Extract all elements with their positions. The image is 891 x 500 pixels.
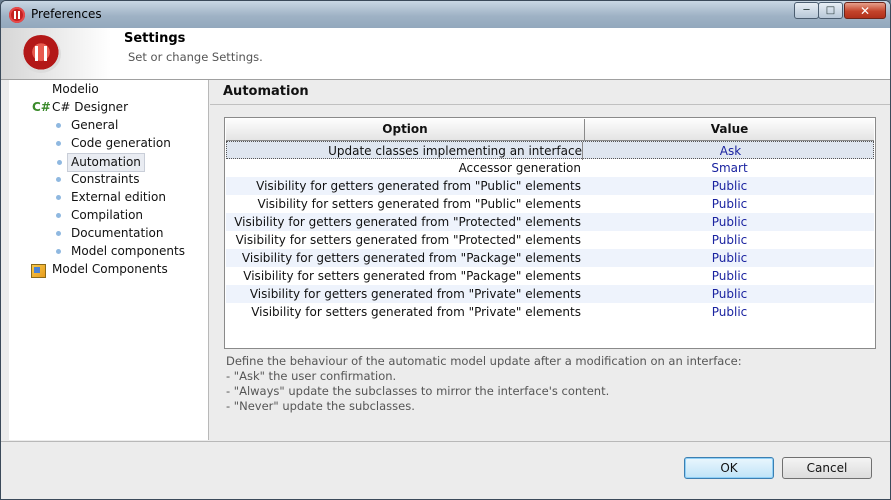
- table-row[interactable]: Visibility for getters generated from "P…: [226, 285, 874, 303]
- main-panel: Automation Option Value Update classes i…: [210, 80, 890, 440]
- table-row[interactable]: Update classes implementing an interface…: [226, 141, 875, 160]
- bullet-icon: [56, 177, 61, 182]
- tree-item-label: Constraints: [71, 172, 140, 186]
- close-icon: ✕: [859, 3, 871, 18]
- column-header-value[interactable]: Value: [585, 119, 874, 140]
- option-cell: Visibility for setters generated from "P…: [257, 197, 581, 211]
- bullet-icon: [56, 249, 61, 254]
- maximize-button[interactable]: □: [818, 2, 843, 19]
- table-row[interactable]: Visibility for getters generated from "P…: [226, 249, 874, 267]
- description-line: - "Always" update the subclasses to mirr…: [226, 384, 610, 398]
- option-cell: Visibility for setters generated from "P…: [235, 233, 581, 247]
- value-cell[interactable]: Public: [585, 303, 874, 321]
- description-line: - "Never" update the subclasses.: [226, 399, 415, 413]
- bullet-icon: [56, 213, 61, 218]
- bullet-icon: [56, 141, 61, 146]
- tree-item-label: Automation: [71, 155, 141, 169]
- table-row[interactable]: Accessor generation Smart: [226, 159, 874, 177]
- table-header: Option Value: [226, 119, 874, 141]
- bullet-icon: [56, 195, 61, 200]
- banner-title: Settings: [124, 31, 186, 46]
- banner-subtitle: Set or change Settings.: [128, 50, 263, 64]
- tree-item-label: External edition: [71, 190, 166, 204]
- modelio-app-icon: [9, 7, 25, 23]
- bullet-icon: [57, 160, 62, 165]
- csharp-icon: C#: [32, 100, 51, 114]
- table-row[interactable]: Visibility for getters generated from "P…: [226, 177, 874, 195]
- table-row[interactable]: Visibility for setters generated from "P…: [226, 195, 874, 213]
- ok-button[interactable]: OK: [684, 457, 774, 479]
- option-cell: Visibility for getters generated from "P…: [241, 251, 581, 265]
- tree-item-label: Documentation: [71, 226, 164, 240]
- value-cell[interactable]: Public: [585, 177, 874, 195]
- tree-item-label: General: [71, 118, 119, 132]
- tree-item-modelio[interactable]: Modelio: [52, 81, 99, 98]
- cancel-button[interactable]: Cancel: [782, 457, 872, 479]
- option-cell: Visibility for getters generated from "P…: [234, 215, 581, 229]
- options-table: Option Value Update classes implementing…: [224, 117, 876, 349]
- minimize-icon: ─: [803, 5, 810, 16]
- preferences-window: Preferences ─ □ ✕ Settings Set or change…: [0, 0, 891, 500]
- tree-item-model-components-root[interactable]: Model Components: [52, 261, 168, 278]
- option-cell: Visibility for getters generated from "P…: [256, 179, 581, 193]
- description-line: - "Ask" the user confirmation.: [226, 369, 397, 383]
- window-title: Preferences: [31, 7, 102, 21]
- section-header: Automation: [210, 80, 890, 105]
- tree-item-external-edition[interactable]: External edition: [56, 189, 166, 206]
- option-cell: Accessor generation: [458, 161, 581, 175]
- tree-item-label: Model components: [71, 244, 185, 258]
- maximize-icon: □: [825, 5, 836, 16]
- tree-item-automation[interactable]: Automation: [57, 153, 145, 172]
- modelio-logo-icon: [21, 35, 61, 73]
- tree-item-compilation[interactable]: Compilation: [56, 207, 144, 224]
- section-title: Automation: [223, 84, 309, 99]
- table-row[interactable]: Visibility for setters generated from "P…: [226, 231, 874, 249]
- settings-banner: Settings Set or change Settings.: [1, 28, 890, 80]
- option-cell: Visibility for setters generated from "P…: [243, 269, 581, 283]
- option-description: Define the behaviour of the automatic mo…: [226, 354, 742, 414]
- value-cell[interactable]: Public: [585, 267, 874, 285]
- tree-item-label: Compilation: [71, 208, 144, 222]
- bullet-icon: [56, 123, 61, 128]
- option-cell: Update classes implementing an interface: [227, 142, 583, 160]
- value-cell[interactable]: Public: [585, 231, 874, 249]
- tree-item-model-components[interactable]: Model components: [56, 243, 185, 260]
- table-row[interactable]: Visibility for getters generated from "P…: [226, 213, 874, 231]
- option-cell: Visibility for setters generated from "P…: [251, 305, 581, 319]
- value-cell[interactable]: Public: [585, 195, 874, 213]
- value-cell[interactable]: Ask: [586, 142, 875, 160]
- minimize-button[interactable]: ─: [794, 2, 819, 19]
- tree-item-constraints[interactable]: Constraints: [56, 171, 140, 188]
- close-button[interactable]: ✕: [844, 2, 886, 19]
- bullet-icon: [56, 231, 61, 236]
- value-cell[interactable]: Smart: [585, 159, 874, 177]
- option-cell: Visibility for getters generated from "P…: [249, 287, 581, 301]
- tree-item-code-generation[interactable]: Code generation: [56, 135, 171, 152]
- value-cell[interactable]: Public: [585, 213, 874, 231]
- value-cell[interactable]: Public: [585, 249, 874, 267]
- tree-item-general[interactable]: General: [56, 117, 119, 134]
- value-cell[interactable]: Public: [585, 285, 874, 303]
- tree-item-documentation[interactable]: Documentation: [56, 225, 164, 242]
- title-bar[interactable]: Preferences ─ □ ✕: [1, 1, 890, 28]
- footer-divider: [1, 441, 890, 442]
- preferences-tree[interactable]: Modelio C# C# Designer General Code gene…: [9, 80, 209, 440]
- table-row[interactable]: Visibility for setters generated from "P…: [226, 267, 874, 285]
- table-row[interactable]: Visibility for setters generated from "P…: [226, 303, 874, 321]
- tree-item-csharp-designer[interactable]: C# Designer: [52, 99, 128, 116]
- description-line: Define the behaviour of the automatic mo…: [226, 354, 742, 368]
- column-header-option[interactable]: Option: [226, 119, 585, 140]
- model-components-icon: [31, 264, 46, 278]
- tree-item-label: Code generation: [71, 136, 171, 150]
